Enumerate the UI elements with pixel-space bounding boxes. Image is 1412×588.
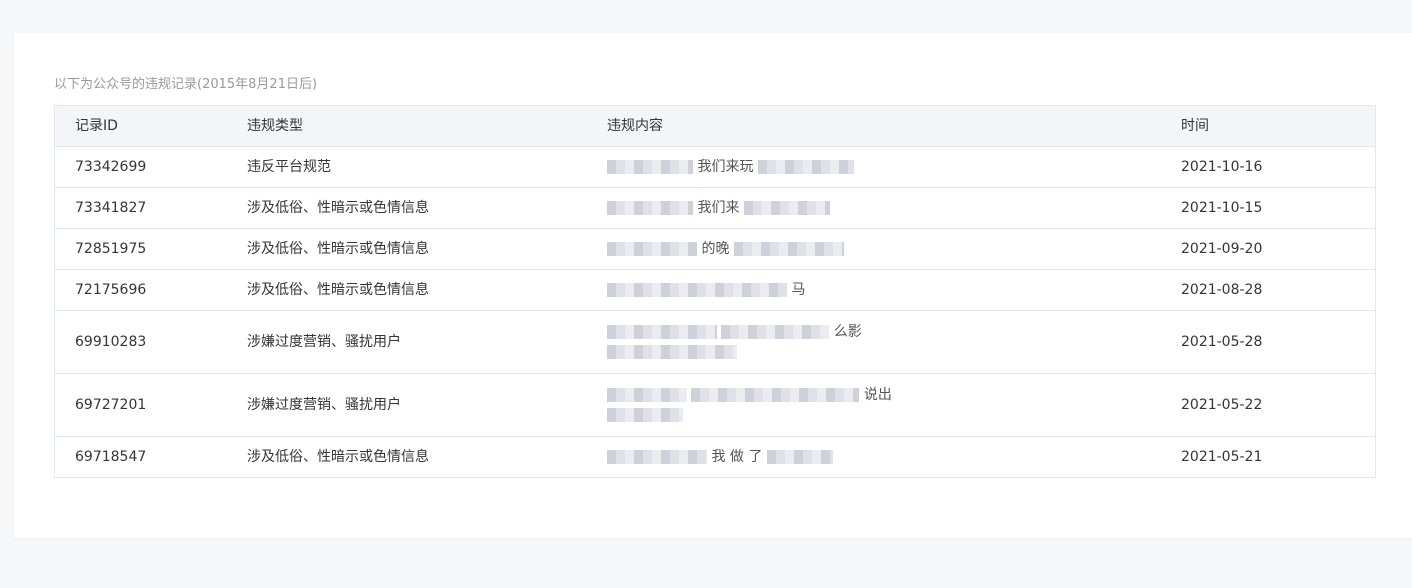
record-time: 2021-05-21 bbox=[1181, 449, 1263, 465]
violation-content: 我们来玩 bbox=[607, 157, 897, 177]
redaction-mosaic bbox=[721, 325, 830, 339]
redaction-mosaic bbox=[607, 283, 787, 297]
redaction-mosaic bbox=[607, 450, 707, 464]
record-id: 72175696 bbox=[75, 282, 147, 298]
violation-type: 违反平台规范 bbox=[247, 159, 331, 175]
redaction-mosaic bbox=[607, 160, 693, 174]
table-row: 69727201 涉嫌过度营销、骚扰用户 说出 2021-05-22 bbox=[55, 373, 1375, 436]
redaction-mosaic bbox=[607, 408, 683, 422]
header-time: 时间 bbox=[1181, 118, 1209, 134]
record-time: 2021-05-28 bbox=[1181, 334, 1263, 350]
table-row: 73342699 违反平台规范 我们来玩 2021-10-16 bbox=[55, 146, 1375, 187]
redaction-mosaic bbox=[607, 388, 687, 402]
violation-type: 涉及低俗、性暗示或色情信息 bbox=[247, 282, 429, 298]
record-time: 2021-10-16 bbox=[1181, 159, 1263, 175]
content-fragment: 马 bbox=[791, 282, 806, 298]
violation-records-card: 以下为公众号的违规记录(2015年8月21日后) 记录ID 违规类型 违规内容 … bbox=[14, 33, 1412, 538]
violation-records-table: 记录ID 违规类型 违规内容 时间 73342699 违反平台规范 我们来玩 2… bbox=[54, 105, 1376, 478]
header-record-id: 记录ID bbox=[75, 118, 118, 134]
redaction-mosaic bbox=[766, 450, 833, 464]
table-row: 73341827 涉及低俗、性暗示或色情信息 我们来 2021-10-15 bbox=[55, 187, 1375, 228]
violation-content: 我 做 了 bbox=[607, 447, 897, 467]
record-time: 2021-09-20 bbox=[1181, 241, 1263, 257]
redaction-mosaic bbox=[607, 345, 737, 359]
violation-type: 涉嫌过度营销、骚扰用户 bbox=[247, 334, 401, 350]
redaction-mosaic bbox=[757, 160, 854, 174]
record-id: 69727201 bbox=[75, 397, 147, 413]
table-row: 69718547 涉及低俗、性暗示或色情信息 我 做 了 2021-05-21 bbox=[55, 436, 1375, 477]
record-time: 2021-10-15 bbox=[1181, 200, 1263, 216]
violation-type: 涉及低俗、性暗示或色情信息 bbox=[247, 449, 429, 465]
record-id: 72851975 bbox=[75, 241, 147, 257]
redaction-mosaic bbox=[691, 388, 860, 402]
violation-content: 马 bbox=[607, 280, 897, 300]
content-fragment: 的晚 bbox=[701, 241, 730, 257]
redaction-mosaic bbox=[733, 242, 844, 256]
record-id: 73341827 bbox=[75, 200, 147, 216]
redaction-mosaic bbox=[607, 201, 693, 215]
content-fragment: 我们来玩 bbox=[697, 159, 754, 175]
redaction-mosaic bbox=[607, 325, 717, 339]
content-fragment: 我 做 了 bbox=[711, 449, 763, 465]
record-id: 69910283 bbox=[75, 334, 147, 350]
record-id: 69718547 bbox=[75, 449, 147, 465]
content-fragment: 说出 bbox=[863, 387, 892, 403]
record-time: 2021-08-28 bbox=[1181, 282, 1263, 298]
violation-content: 的晚 bbox=[607, 239, 897, 259]
content-fragment: 我们来 bbox=[697, 200, 740, 216]
redaction-mosaic bbox=[743, 201, 830, 215]
content-fragment: 么影 bbox=[833, 324, 862, 340]
violation-type: 涉及低俗、性暗示或色情信息 bbox=[247, 200, 429, 216]
header-violation-type: 违规类型 bbox=[247, 118, 303, 134]
records-caption: 以下为公众号的违规记录(2015年8月21日后) bbox=[54, 77, 318, 92]
violation-type: 涉及低俗、性暗示或色情信息 bbox=[247, 241, 429, 257]
table-row: 72175696 涉及低俗、性暗示或色情信息 马 2021-08-28 bbox=[55, 269, 1375, 310]
violation-content: 我们来 bbox=[607, 198, 897, 218]
table-header-row: 记录ID 违规类型 违规内容 时间 bbox=[55, 106, 1375, 146]
violation-content: 么影 bbox=[607, 322, 897, 362]
table-row: 72851975 涉及低俗、性暗示或色情信息 的晚 2021-09-20 bbox=[55, 228, 1375, 269]
record-id: 73342699 bbox=[75, 159, 147, 175]
violation-content: 说出 bbox=[607, 385, 897, 425]
violation-type: 涉嫌过度营销、骚扰用户 bbox=[247, 397, 401, 413]
table-row: 69910283 涉嫌过度营销、骚扰用户 么影 2021-05-28 bbox=[55, 310, 1375, 373]
header-violation-content: 违规内容 bbox=[607, 118, 663, 134]
redaction-mosaic bbox=[607, 242, 697, 256]
record-time: 2021-05-22 bbox=[1181, 397, 1263, 413]
